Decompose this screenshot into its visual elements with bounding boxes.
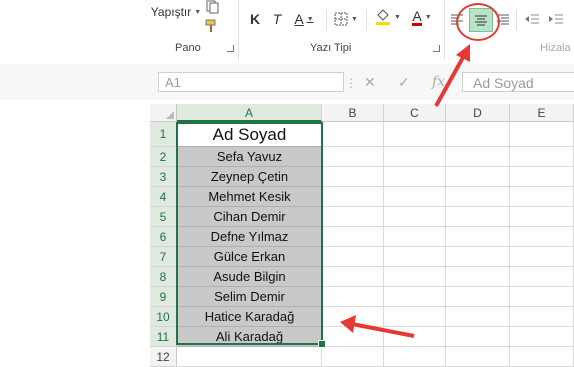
annotation-overlay [340,44,470,338]
arrow-to-align-center [434,44,470,107]
arrow-to-selection [340,315,415,338]
